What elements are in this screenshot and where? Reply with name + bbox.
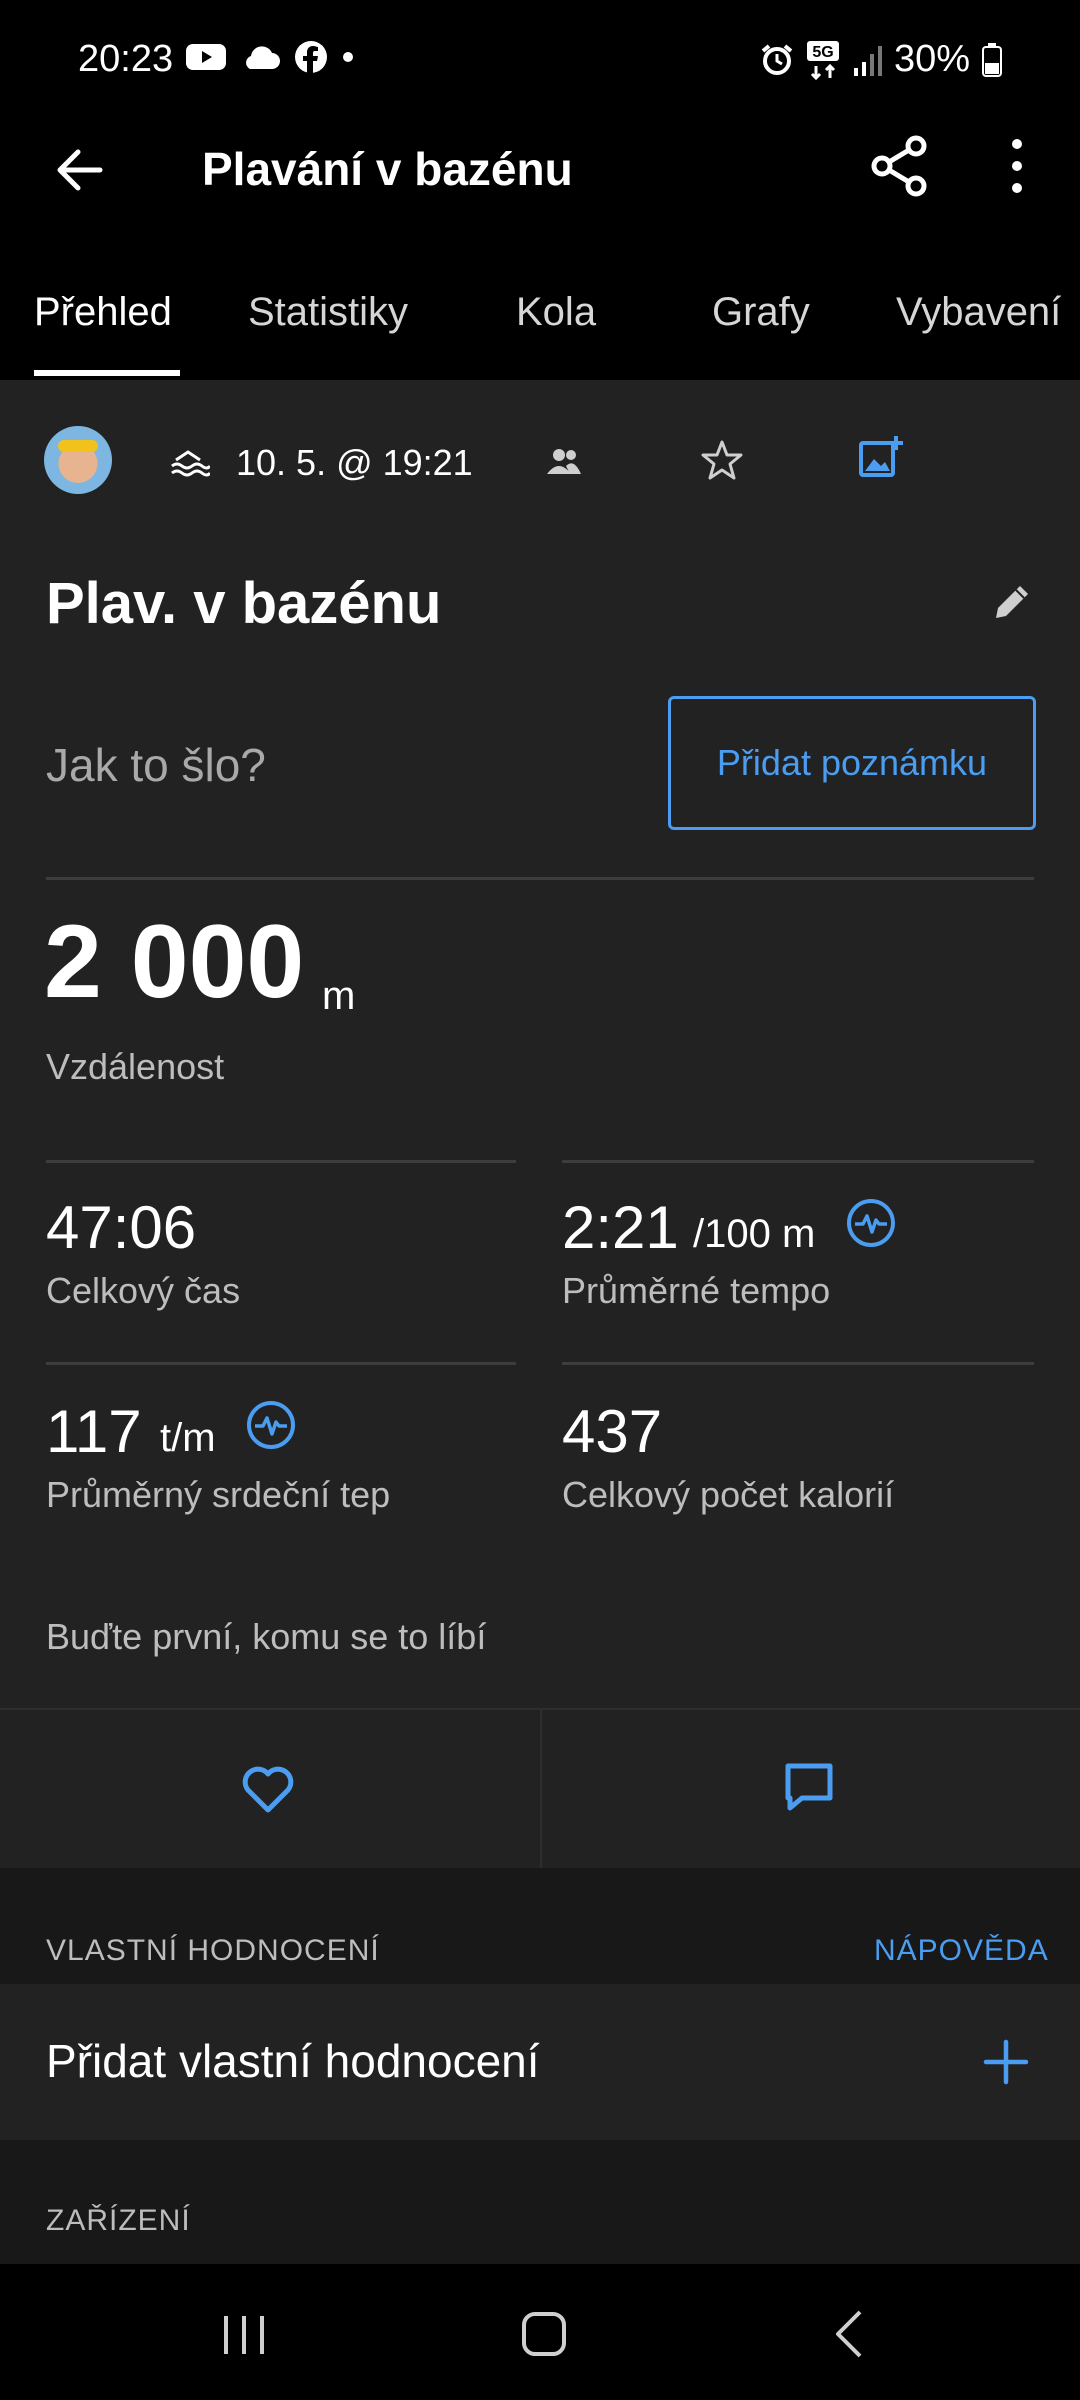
- divider: [46, 1362, 516, 1365]
- distance-unit: m: [322, 974, 356, 1018]
- calories-label: Celkový počet kalorií: [562, 1474, 895, 1515]
- page-title: Plavání v bazénu: [202, 143, 573, 195]
- app-bar: Plavání v bazénu: [0, 120, 1080, 218]
- youtube-icon: [186, 44, 226, 70]
- action-separator: [540, 1710, 542, 1870]
- system-navigation-bar: [0, 2264, 1080, 2400]
- divider: [46, 1160, 516, 1163]
- add-self-evaluation-row[interactable]: Přidat vlastní hodnocení: [0, 1984, 1080, 2140]
- avg-pace-value: 2:21: [562, 1194, 679, 1261]
- add-self-evaluation-label: Přidat vlastní hodnocení: [46, 2035, 540, 2087]
- star-icon[interactable]: [700, 438, 744, 482]
- nav-back-icon[interactable]: [830, 2308, 870, 2360]
- tab-laps[interactable]: Kola: [516, 290, 596, 335]
- distance-label: Vzdálenost: [46, 1046, 225, 1087]
- active-tab-indicator: [34, 370, 180, 376]
- avg-pace-unit: /100 m: [693, 1212, 816, 1256]
- svg-text:5G: 5G: [812, 44, 833, 61]
- comment-icon[interactable]: [782, 1760, 836, 1814]
- divider: [562, 1362, 1034, 1365]
- how-did-it-go-prompt: Jak to šlo?: [46, 739, 266, 791]
- plus-icon[interactable]: [982, 2038, 1030, 2086]
- people-icon[interactable]: [546, 446, 582, 476]
- total-time-value: 47:06: [46, 1194, 197, 1261]
- help-link[interactable]: NÁPOVĚDA: [874, 1934, 1049, 1968]
- total-time-label: Celkový čas: [46, 1270, 241, 1311]
- device-header: ZAŘÍZENÍ: [46, 2204, 191, 2237]
- avatar[interactable]: [44, 426, 112, 494]
- notification-icons: [186, 40, 354, 74]
- back-arrow-icon[interactable]: [50, 140, 110, 200]
- more-options-icon[interactable]: [992, 134, 1042, 198]
- activity-date: 10. 5. @ 19:21: [236, 442, 473, 483]
- dot-icon: [343, 52, 353, 62]
- edit-pencil-icon[interactable]: [990, 580, 1034, 624]
- battery-icon: [982, 42, 1002, 77]
- tab-equipment[interactable]: Vybavení: [896, 290, 1061, 335]
- avg-hr-label: Průměrný srdeční tep: [46, 1474, 391, 1515]
- recent-apps-icon[interactable]: [220, 2312, 268, 2358]
- facebook-icon: [295, 41, 327, 73]
- likes-text: Buďte první, komu se to líbí: [46, 1616, 487, 1657]
- divider: [562, 1160, 1034, 1163]
- system-icons: 5G 30%: [760, 38, 1002, 81]
- self-evaluation-section-header: VLASTNÍ HODNOCENÍ NÁPOVĚDA: [0, 1868, 1080, 1984]
- battery-percent: 30%: [893, 38, 970, 80]
- tab-bar: Přehled Statistiky Kola Grafy Vybavení: [0, 218, 1080, 380]
- divider: [46, 877, 1034, 880]
- network-5g-icon: 5G: [806, 40, 839, 80]
- avg-hr-value: 117: [46, 1398, 142, 1465]
- avg-pace-label: Průměrné tempo: [562, 1270, 831, 1311]
- tab-charts[interactable]: Grafy: [712, 290, 810, 335]
- share-icon[interactable]: [868, 134, 932, 198]
- device-section-header: ZAŘÍZENÍ: [0, 2140, 1080, 2264]
- add-note-button[interactable]: Přidat poznámku: [668, 696, 1036, 830]
- social-action-bar: [0, 1708, 1080, 1870]
- status-bar: 20:23 5G 30%: [0, 0, 1080, 120]
- activity-meta-row: 10. 5. @ 19:21: [0, 420, 1080, 500]
- alarm-icon: [761, 43, 793, 75]
- status-time: 20:23: [78, 38, 174, 80]
- calories-value: 437: [562, 1398, 663, 1465]
- avg-hr-unit: t/m: [160, 1416, 216, 1460]
- self-evaluation-header: VLASTNÍ HODNOCENÍ: [46, 1934, 380, 1967]
- tab-statistics[interactable]: Statistiky: [248, 290, 408, 335]
- tab-overview[interactable]: Přehled: [34, 290, 172, 335]
- distance-value: 2 000: [44, 904, 305, 1020]
- swimming-icon: [171, 450, 210, 477]
- add-photo-icon[interactable]: [858, 434, 904, 480]
- cloud-icon: [246, 46, 280, 69]
- signal-icon: [853, 45, 882, 76]
- heart-rate-zone-icon[interactable]: [846, 1198, 896, 1248]
- heart-rate-zone-icon[interactable]: [246, 1400, 296, 1450]
- activity-title: Plav. v bazénu: [46, 571, 442, 636]
- like-heart-icon[interactable]: [240, 1762, 296, 1814]
- home-icon[interactable]: [520, 2308, 568, 2360]
